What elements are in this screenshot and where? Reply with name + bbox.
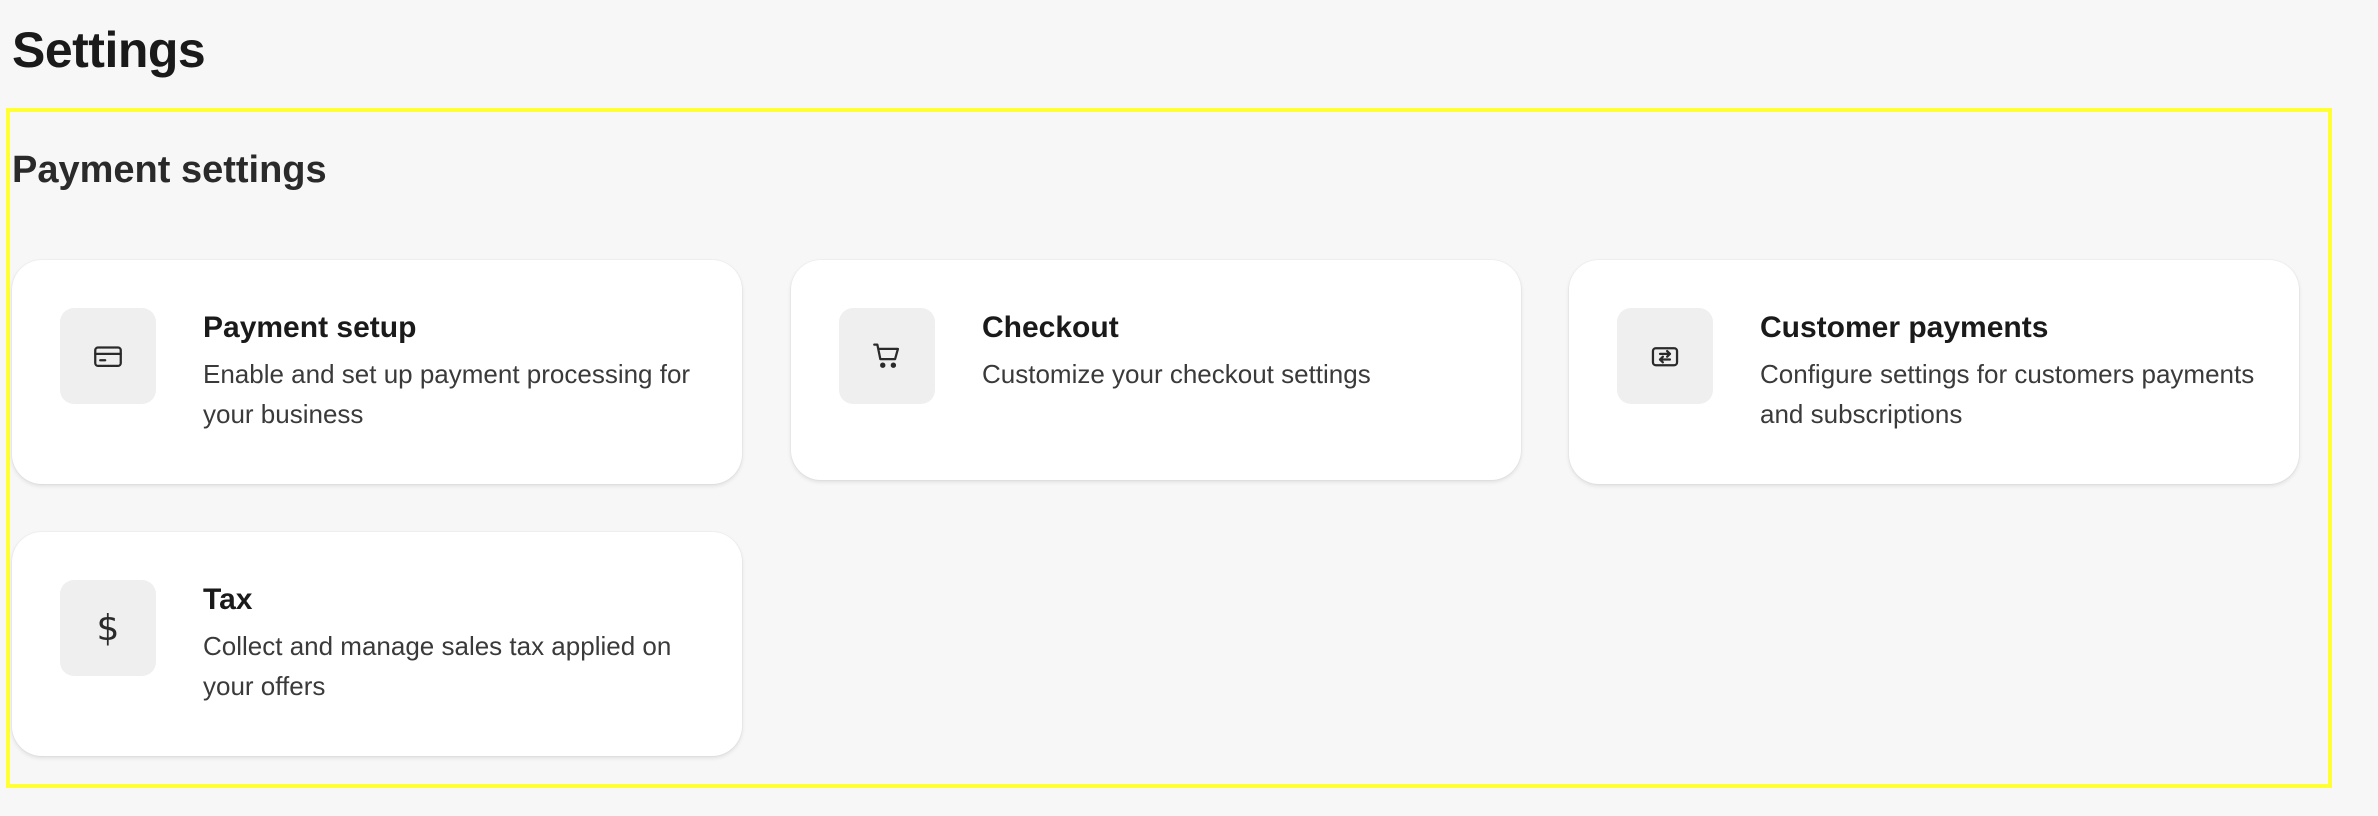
section-title: Payment settings (12, 149, 327, 191)
credit-card-icon (94, 346, 122, 368)
card-icon-container (839, 308, 935, 404)
card-description: Configure settings for customers payment… (1760, 359, 2255, 429)
card-description: Collect and manage sales tax applied on … (203, 631, 672, 701)
checkout-card[interactable]: Checkout Customize your checkout setting… (791, 260, 1521, 480)
card-description: Enable and set up payment processing for… (203, 359, 691, 429)
card-icon-container (60, 308, 156, 404)
card-title: Checkout (982, 311, 1119, 344)
card-icon-container (1617, 308, 1713, 404)
card-title: Payment setup (203, 311, 417, 344)
card-description: Customize your checkout settings (982, 359, 1371, 389)
tax-card[interactable]: $ Tax Collect and manage sales tax appli… (12, 532, 742, 756)
card-icon-container: $ (60, 580, 156, 676)
recurring-payment-icon (1651, 347, 1679, 367)
customer-payments-card[interactable]: Customer payments Configure settings for… (1569, 260, 2299, 484)
page-title: Settings (12, 22, 206, 78)
card-title: Tax (203, 583, 253, 616)
shopping-cart-icon (873, 343, 900, 368)
dollar-icon: $ (96, 607, 120, 649)
payment-setup-card[interactable]: Payment setup Enable and set up payment … (12, 260, 742, 484)
card-title: Customer payments (1760, 311, 2049, 344)
